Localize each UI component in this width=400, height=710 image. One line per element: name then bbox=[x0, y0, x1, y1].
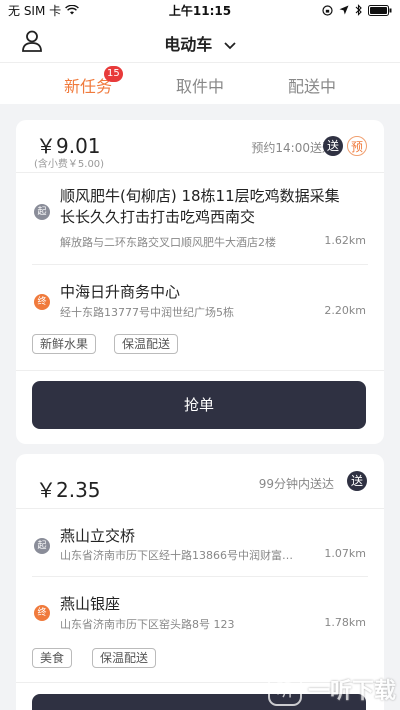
pickup-distance: 1.07km bbox=[324, 547, 366, 560]
delivery-time: 99分钟内送达 bbox=[258, 477, 334, 491]
order-tag-chip: 美食 bbox=[32, 648, 73, 668]
dropoff-distance: 1.78km bbox=[324, 616, 366, 629]
status-bar: 无 SIM 卡 上午11:15 bbox=[0, 0, 400, 20]
order-tag-chip: 保温配送 bbox=[92, 648, 157, 668]
tab-delivering[interactable]: 配送中 bbox=[288, 73, 336, 97]
pickup-marker: 起 bbox=[34, 204, 50, 220]
dropoff-marker: 终 bbox=[34, 605, 50, 621]
order-card: ￥9.01 (含小费￥5.00) 预约14:00送达 送 预 起 顺风肥牛(旬柳… bbox=[16, 120, 384, 444]
watermark-text: 一听下载 bbox=[307, 679, 396, 704]
dropoff-address: 山东省济南市历下区窑头路8号 123 bbox=[60, 618, 235, 631]
tab-label: 取件中 bbox=[176, 77, 225, 96]
divider bbox=[16, 508, 384, 509]
pickup-name: 顺风肥牛(旬柳店) 18栋11层吃鸡数据采集长长久久打击打击吃鸡西南交 bbox=[60, 187, 340, 226]
pickup-marker: 起 bbox=[34, 538, 50, 554]
delivery-tag: 送 bbox=[347, 471, 367, 491]
dropoff-address: 经十东路13777号中润世纪广场5栋 bbox=[60, 306, 234, 319]
tip-amount: (含小费￥5.00) bbox=[34, 159, 105, 170]
divider bbox=[16, 370, 384, 371]
clock: 上午11:15 bbox=[168, 3, 232, 18]
tab-label: 新任务 bbox=[64, 77, 113, 96]
divider bbox=[32, 264, 368, 265]
task-tabs: 新任务 15 取件中 配送中 bbox=[0, 62, 400, 104]
page-title: 电动车 bbox=[164, 35, 213, 54]
chevron-down-icon bbox=[224, 41, 236, 49]
tab-picking-up[interactable]: 取件中 bbox=[176, 73, 224, 97]
order-tag-chip: 保温配送 bbox=[114, 334, 179, 354]
dropoff-distance: 2.20km bbox=[324, 304, 366, 317]
divider bbox=[16, 172, 384, 173]
dropoff-name: 中海日升商务中心 bbox=[60, 283, 181, 301]
pickup-address: 解放路与二环东路交叉口顺风肥牛大酒店2楼 bbox=[60, 236, 276, 249]
order-price: ￥2.35 bbox=[36, 478, 101, 502]
tab-label: 配送中 bbox=[288, 77, 337, 96]
dropoff-name: 燕山银座 bbox=[60, 595, 121, 613]
watermark: 听 一听下载 bbox=[267, 672, 396, 706]
delivery-time: 预约14:00送达 bbox=[251, 141, 334, 155]
pickup-address: 山东省济南市历下区经十路13866号中润财富中... bbox=[60, 549, 300, 562]
delivery-tag: 送 bbox=[323, 136, 343, 156]
pickup-distance: 1.62km bbox=[324, 234, 366, 247]
divider bbox=[32, 576, 368, 577]
top-nav: 电动车 bbox=[0, 20, 400, 62]
svg-text:听: 听 bbox=[276, 680, 294, 701]
grab-order-button[interactable]: 抢单 bbox=[32, 381, 366, 429]
reservation-tag: 预 bbox=[347, 136, 367, 156]
dropoff-marker: 终 bbox=[34, 294, 50, 310]
order-tag-chip: 新鲜水果 bbox=[32, 334, 97, 354]
watermark-logo-icon: 听 bbox=[267, 672, 302, 706]
new-task-count-badge: 15 bbox=[104, 66, 123, 82]
vehicle-type-selector[interactable]: 电动车 bbox=[0, 31, 400, 55]
pickup-name: 燕山立交桥 bbox=[60, 527, 136, 545]
